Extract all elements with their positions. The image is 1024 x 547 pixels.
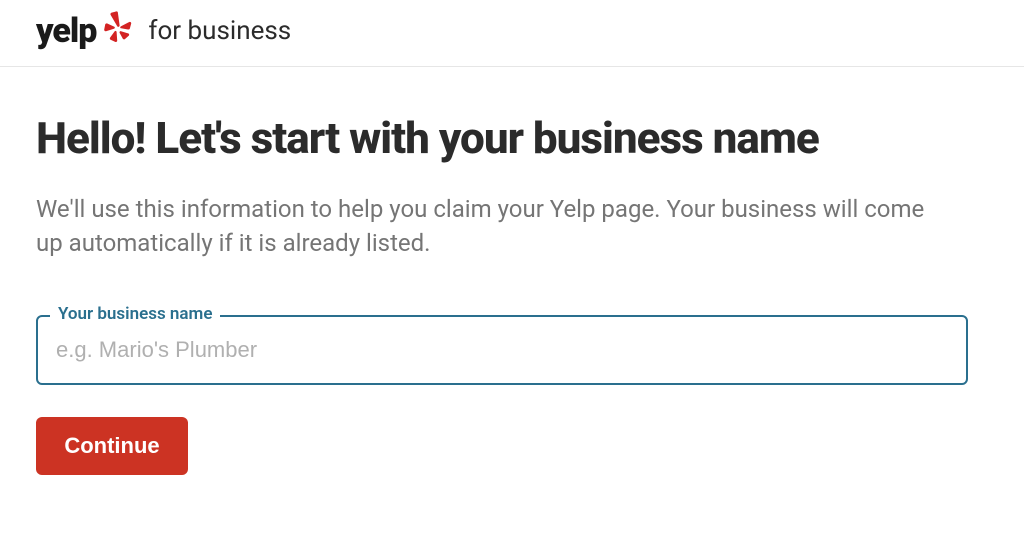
continue-button[interactable]: Continue	[36, 417, 188, 475]
business-name-label: Your business name	[50, 304, 220, 324]
header: yelp for business	[0, 0, 1024, 67]
business-name-field-wrap: Your business name	[36, 315, 944, 385]
logo[interactable]: yelp	[36, 14, 132, 48]
business-name-input[interactable]	[36, 315, 968, 385]
yelp-burst-icon	[102, 11, 132, 45]
header-sublabel: for business	[148, 16, 291, 46]
logo-wordmark: yelp	[36, 14, 96, 48]
main-content: Hello! Let's start with your business na…	[0, 67, 980, 475]
page-title: Hello! Let's start with your business na…	[36, 113, 944, 164]
page-subtitle: We'll use this information to help you c…	[36, 192, 944, 262]
